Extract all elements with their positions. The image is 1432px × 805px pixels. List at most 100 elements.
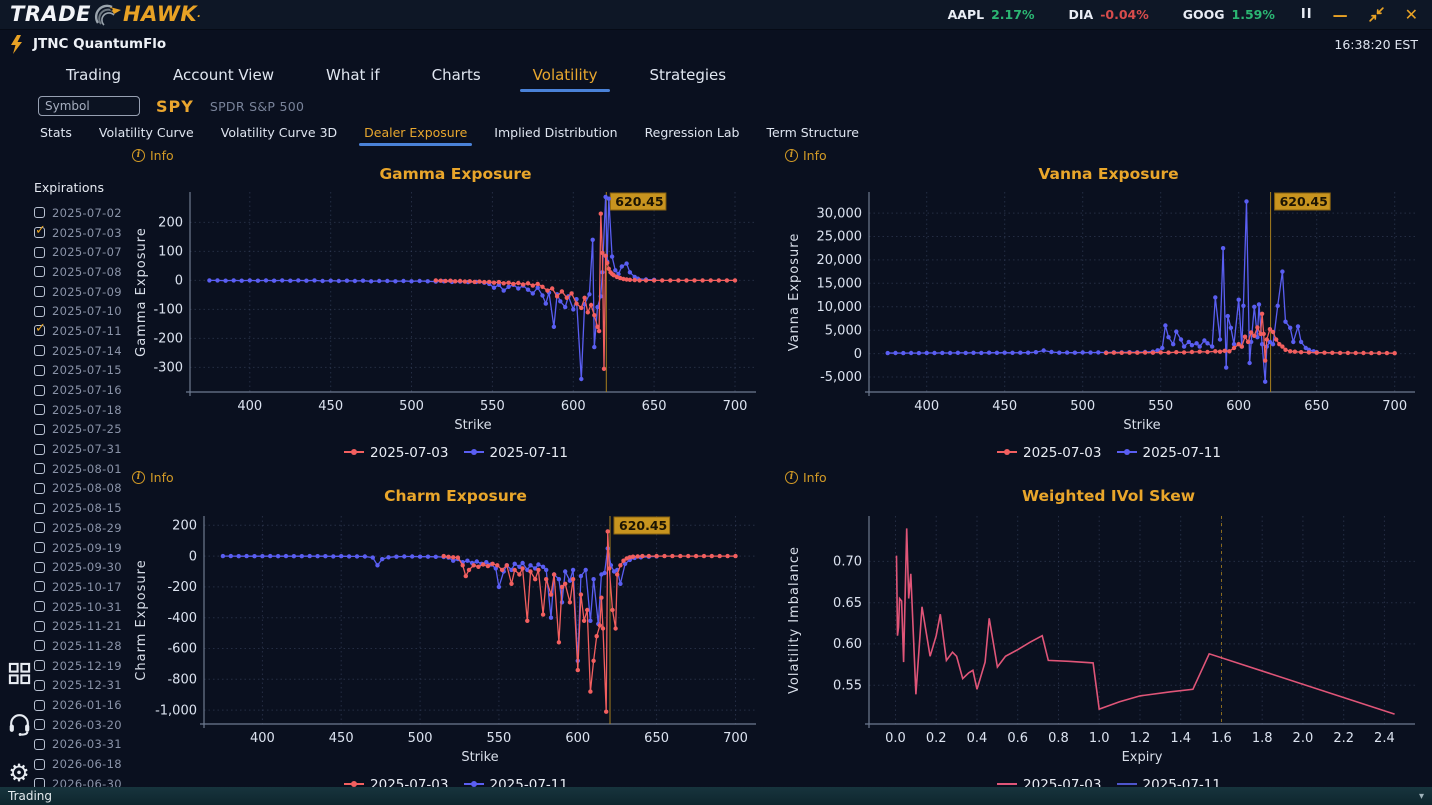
expiration-checkbox[interactable] — [34, 384, 45, 396]
expiration-row[interactable]: 2025-08-08 — [34, 479, 126, 499]
expiration-checkbox[interactable] — [34, 364, 45, 376]
subtab-dealer-exposure[interactable]: Dealer Exposure — [359, 125, 473, 146]
legend-item[interactable]: 2025-07-03 — [343, 777, 449, 787]
expiration-row[interactable]: 2025-08-29 — [34, 518, 126, 538]
chart-info-link[interactable]: i Info — [785, 468, 1432, 486]
statusbar-caret-icon[interactable]: ▾ — [1419, 791, 1424, 802]
expiration-row[interactable]: 2025-09-19 — [34, 538, 126, 558]
nav-tab-volatility[interactable]: Volatility — [519, 66, 611, 92]
chart-info-link[interactable]: i Info — [132, 146, 779, 164]
restore-window-icon[interactable] — [1368, 6, 1385, 23]
symbol-input[interactable] — [38, 96, 140, 116]
expiration-checkbox[interactable] — [34, 738, 45, 750]
legend-item[interactable]: 2025-07-11 — [1116, 445, 1221, 461]
expiration-row[interactable]: 2025-07-03 — [34, 223, 126, 243]
expiration-row[interactable]: 2025-07-09 — [34, 282, 126, 302]
settings-gear-icon[interactable]: ⚙ — [6, 760, 32, 786]
expiration-checkbox[interactable] — [34, 719, 45, 731]
expiration-row[interactable]: 2025-08-01 — [34, 459, 126, 479]
nav-tab-trading[interactable]: Trading — [66, 66, 121, 84]
expiration-checkbox[interactable] — [34, 620, 45, 632]
legend-item[interactable]: 2025-07-11 — [1116, 777, 1221, 787]
expiration-checkbox[interactable] — [34, 679, 45, 691]
workspace-tab-trading[interactable]: Trading — [8, 789, 52, 803]
expiration-checkbox[interactable] — [34, 345, 45, 357]
expiration-row[interactable]: 2025-07-15 — [34, 361, 126, 381]
expiration-row[interactable]: 2026-03-31 — [34, 735, 126, 755]
expiration-checkbox[interactable] — [34, 601, 45, 613]
expiration-row[interactable]: 2026-03-20 — [34, 715, 126, 735]
expiration-checkbox[interactable] — [34, 502, 45, 514]
expiration-checkbox[interactable] — [34, 305, 45, 317]
expiration-checkbox[interactable] — [34, 286, 45, 298]
expiration-row[interactable]: 2025-07-07 — [34, 242, 126, 262]
expiration-row[interactable]: 2025-07-02 — [34, 203, 126, 223]
legend-item[interactable]: 2025-07-03 — [996, 445, 1102, 461]
expiration-checkbox[interactable] — [34, 207, 45, 219]
chart-plot[interactable]: 30,000 25,000 20,000 15,000 10,000 5,000 0 -5,0… — [785, 186, 1432, 442]
expiration-row[interactable]: 2025-07-11 — [34, 321, 126, 341]
expiration-row[interactable]: 2025-07-08 — [34, 262, 126, 282]
close-icon[interactable]: ✕ — [1405, 5, 1418, 24]
expiration-row[interactable]: 2026-06-18 — [34, 754, 126, 774]
expiration-row[interactable]: 2025-10-17 — [34, 577, 126, 597]
subtab-stats[interactable]: Stats — [40, 125, 72, 140]
expiration-row[interactable]: 2025-07-31 — [34, 439, 126, 459]
expiration-row[interactable]: 2025-09-30 — [34, 557, 126, 577]
subtab-implied-distribution[interactable]: Implied Distribution — [494, 125, 617, 140]
expiration-checkbox[interactable] — [34, 443, 45, 455]
legend-item[interactable]: 2025-07-11 — [463, 777, 568, 787]
expiration-row[interactable]: 2025-08-15 — [34, 498, 126, 518]
chart-plot[interactable]: 200 100 0 -100 -200 -300 400 450 500 550 600 650 700… — [132, 186, 779, 442]
subtab-regression-lab[interactable]: Regression Lab — [645, 125, 740, 140]
nav-tab-account-view[interactable]: Account View — [173, 66, 274, 84]
expiration-row[interactable]: 2025-12-19 — [34, 656, 126, 676]
chart-plot[interactable]: 0.70 0.65 0.60 0.55 0.0 0.2 0.4 0.6 0.8 1.0 1.2 1.4… — [785, 508, 1432, 774]
legend-item[interactable]: 2025-07-03 — [996, 777, 1102, 787]
minimize-icon[interactable]: — — [1333, 6, 1348, 24]
expiration-checkbox[interactable] — [34, 522, 45, 534]
expiration-row[interactable]: 2025-07-25 — [34, 420, 126, 440]
legend-item[interactable]: 2025-07-03 — [343, 445, 449, 461]
subtab-term-structure[interactable]: Term Structure — [766, 125, 858, 140]
expiration-row[interactable]: 2025-07-10 — [34, 301, 126, 321]
expiration-row[interactable]: 2025-11-21 — [34, 616, 126, 636]
pause-stream-button[interactable]: II — [1301, 7, 1313, 22]
expiration-row[interactable]: 2025-07-16 — [34, 380, 126, 400]
expiration-checkbox[interactable] — [34, 321, 46, 337]
expiration-checkbox[interactable] — [34, 404, 45, 416]
nav-tab-charts[interactable]: Charts — [432, 66, 481, 84]
expiration-checkbox[interactable] — [34, 463, 45, 475]
expiration-checkbox[interactable] — [34, 778, 45, 787]
chart-info-link[interactable]: i Info — [785, 146, 1432, 164]
nav-tab-strategies[interactable]: Strategies — [649, 66, 726, 84]
expiration-row[interactable]: 2025-12-31 — [34, 676, 126, 696]
legend-item[interactable]: 2025-07-11 — [463, 445, 568, 461]
expiration-row[interactable]: 2026-06-30 — [34, 774, 126, 787]
expiration-row[interactable]: 2025-10-31 — [34, 597, 126, 617]
chart-info-link[interactable]: i Info — [132, 468, 779, 486]
expiration-checkbox[interactable] — [34, 640, 45, 652]
subtab-volatility-curve-3d[interactable]: Volatility Curve 3D — [221, 125, 337, 140]
chart-plot[interactable]: 200 0 -200 -400 -600 -800 -1,000 400 450 500 550 60… — [132, 508, 779, 774]
expiration-checkbox[interactable] — [34, 482, 45, 494]
subtab-volatility-curve[interactable]: Volatility Curve — [99, 125, 194, 140]
expiration-row[interactable]: 2025-07-14 — [34, 341, 126, 361]
support-headset-icon[interactable] — [6, 710, 32, 736]
expiration-row[interactable]: 2025-11-28 — [34, 636, 126, 656]
expiration-date-label: 2025-07-25 — [52, 422, 122, 437]
apps-grid-icon[interactable] — [6, 660, 32, 686]
expiration-row[interactable]: 2025-07-18 — [34, 400, 126, 420]
expiration-checkbox[interactable] — [34, 246, 45, 258]
expiration-checkbox[interactable] — [34, 223, 46, 239]
expiration-checkbox[interactable] — [34, 758, 45, 770]
expiration-checkbox[interactable] — [34, 423, 45, 435]
expiration-row[interactable]: 2026-01-16 — [34, 695, 126, 715]
expiration-checkbox[interactable] — [34, 660, 45, 672]
expiration-checkbox[interactable] — [34, 266, 45, 278]
expiration-checkbox[interactable] — [34, 581, 45, 593]
expiration-checkbox[interactable] — [34, 699, 45, 711]
expiration-checkbox[interactable] — [34, 561, 45, 573]
nav-tab-what-if[interactable]: What if — [326, 66, 380, 84]
expiration-checkbox[interactable] — [34, 542, 45, 554]
